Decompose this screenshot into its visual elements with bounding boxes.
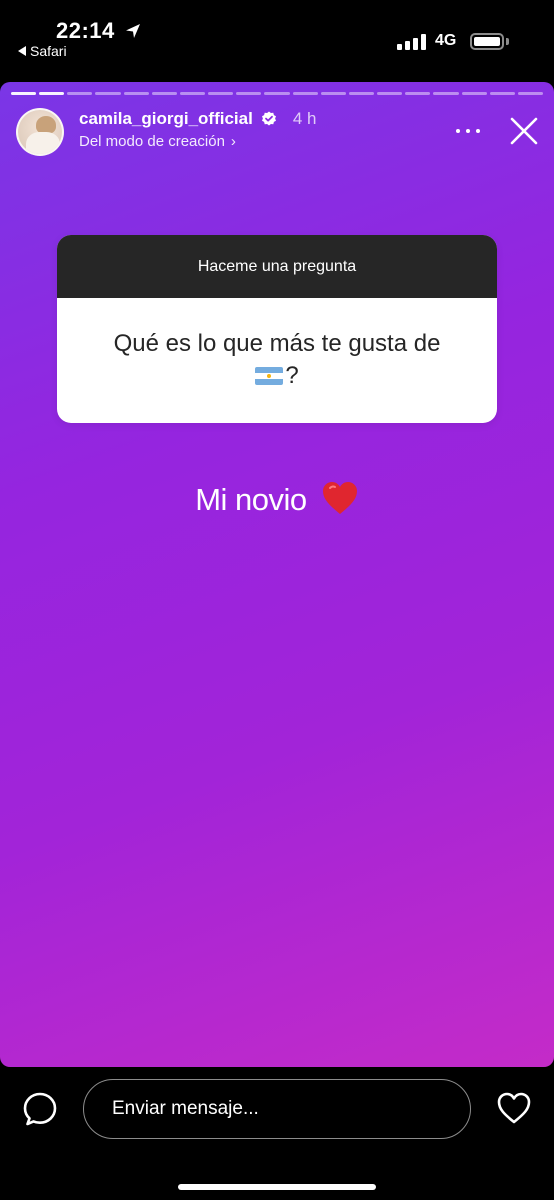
question-text: Qué es lo que más te gusta de ? bbox=[57, 298, 497, 392]
post-time: 4 h bbox=[292, 109, 317, 128]
progress-segment bbox=[433, 92, 459, 95]
progress-segment bbox=[67, 92, 93, 95]
message-input[interactable] bbox=[83, 1079, 471, 1139]
progress-segment bbox=[95, 92, 121, 95]
answer-text: Mi novio bbox=[195, 482, 307, 517]
progress-segment bbox=[377, 92, 403, 95]
username-link[interactable]: camila_giorgi_official bbox=[79, 109, 253, 129]
progress-segment bbox=[264, 92, 290, 95]
signal-bars-icon bbox=[397, 34, 427, 50]
progress-segment bbox=[517, 92, 543, 95]
question-sticker-header: Haceme una pregunta bbox=[57, 235, 497, 298]
progress-segment bbox=[236, 92, 262, 95]
avatar[interactable] bbox=[16, 108, 64, 156]
story-header: camila_giorgi_official 4 h bbox=[79, 109, 316, 129]
chevron-right-icon: › bbox=[230, 133, 236, 150]
home-indicator[interactable] bbox=[178, 1184, 376, 1190]
verified-badge-icon bbox=[261, 111, 276, 126]
story-progress-bar bbox=[11, 92, 543, 95]
progress-segment bbox=[405, 92, 431, 95]
progress-segment bbox=[208, 92, 234, 95]
battery-cap bbox=[506, 38, 509, 45]
question-sticker[interactable]: Haceme una pregunta Qué es lo que más te… bbox=[57, 235, 497, 423]
progress-segment bbox=[348, 92, 375, 95]
progress-segment bbox=[292, 92, 318, 95]
question-line1: Qué es lo que más te gusta de bbox=[113, 330, 441, 357]
progress-segment bbox=[151, 92, 177, 95]
progress-segment bbox=[123, 92, 149, 95]
bottom-bar bbox=[0, 1067, 554, 1200]
more-options-icon[interactable] bbox=[456, 119, 480, 143]
argentina-flag-icon bbox=[255, 367, 284, 385]
answer-text-block: Mi novio bbox=[0, 480, 554, 518]
question-suffix: ? bbox=[285, 362, 299, 389]
chat-bubble-icon[interactable] bbox=[22, 1091, 58, 1127]
progress-segment bbox=[11, 92, 37, 95]
back-arrow-icon bbox=[18, 46, 26, 56]
progress-segment bbox=[39, 92, 65, 95]
like-heart-icon[interactable] bbox=[496, 1091, 532, 1125]
location-arrow-icon bbox=[126, 24, 140, 38]
story-viewer[interactable]: camila_giorgi_official 4 h Del modo de c… bbox=[0, 82, 554, 1067]
progress-segment bbox=[489, 92, 515, 95]
back-app-label: Safari bbox=[30, 43, 67, 59]
battery-icon bbox=[470, 33, 504, 50]
progress-segment bbox=[461, 92, 487, 95]
progress-segment bbox=[320, 92, 346, 95]
creation-mode-label: Del modo de creación bbox=[79, 133, 225, 150]
status-bar: 22:14 Safari 4G bbox=[0, 0, 554, 72]
network-type: 4G bbox=[435, 32, 457, 49]
close-icon[interactable] bbox=[508, 115, 540, 147]
status-time: 22:14 bbox=[56, 18, 115, 43]
progress-segment bbox=[179, 92, 206, 95]
creation-mode-link[interactable]: Del modo de creación › bbox=[79, 133, 236, 150]
red-heart-icon bbox=[322, 482, 357, 514]
back-to-app-link[interactable]: Safari bbox=[18, 43, 67, 59]
